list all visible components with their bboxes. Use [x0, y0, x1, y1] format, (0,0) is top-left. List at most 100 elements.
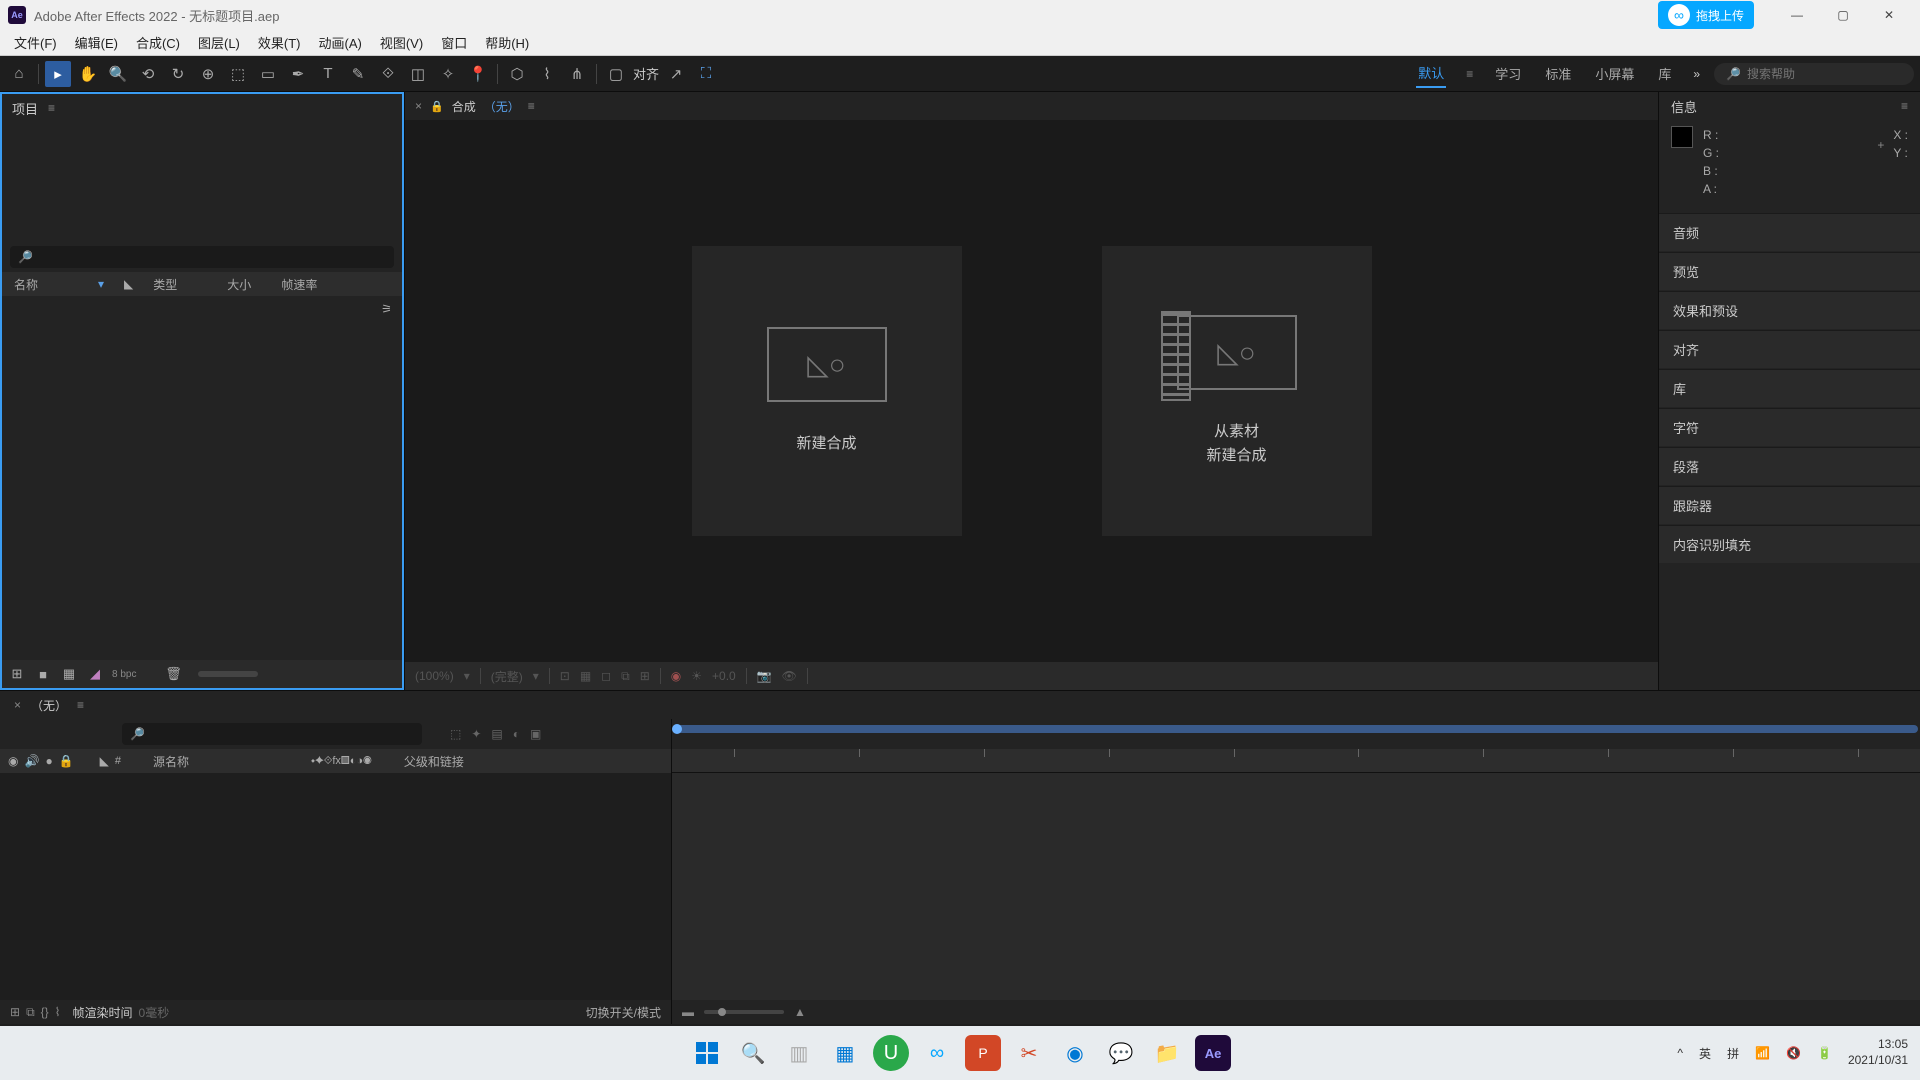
maximize-button[interactable]: ▢ [1820, 0, 1866, 30]
project-item-list[interactable]: ⚞ [2, 296, 402, 660]
brush-tool[interactable]: ✎ [345, 61, 371, 87]
panel-audio[interactable]: 音频 [1659, 213, 1920, 251]
app-snip[interactable]: ✂ [1011, 1035, 1047, 1071]
tag-icon[interactable]: ◣ [124, 277, 133, 291]
clock[interactable]: 13:052021/10/31 [1848, 1037, 1908, 1068]
pin-tool[interactable]: ⋔ [564, 61, 590, 87]
menu-effect[interactable]: 效果(T) [250, 30, 309, 55]
camera-tool[interactable]: ⊕ [195, 61, 221, 87]
timeline-search[interactable]: 🔎 [122, 723, 422, 745]
tl-frame-blend-icon[interactable]: ▤ [491, 727, 502, 741]
menu-window[interactable]: 窗口 [433, 30, 475, 55]
menu-composition[interactable]: 合成(C) [128, 30, 188, 55]
timeline-zoom-slider[interactable] [704, 1010, 784, 1014]
task-view-button[interactable]: ▥ [781, 1035, 817, 1071]
wifi-icon[interactable]: 📶 [1755, 1046, 1770, 1060]
shape-tool[interactable]: ▭ [255, 61, 281, 87]
tab-menu-icon[interactable]: ≡ [528, 99, 535, 113]
zoom-tool[interactable]: 🔍 [105, 61, 131, 87]
panel-menu-icon[interactable]: ≡ [48, 101, 55, 115]
workspace-default[interactable]: 默认 [1416, 59, 1446, 88]
col-fps[interactable]: 帧速率 [281, 276, 317, 293]
zoom-dropdown[interactable]: (100%) [415, 669, 454, 683]
workspace-small[interactable]: 小屏幕 [1593, 60, 1636, 87]
widgets-button[interactable]: ▦ [827, 1035, 863, 1071]
new-comp-icon[interactable]: ▦ [60, 665, 78, 683]
puppet-tool[interactable]: 📍 [465, 61, 491, 87]
show-snapshot-icon[interactable]: 👁 [782, 669, 797, 683]
col-size[interactable]: 大小 [227, 276, 251, 293]
project-tab[interactable]: 项目 [12, 99, 38, 118]
timeline-tracks[interactable] [672, 773, 1920, 1000]
menu-file[interactable]: 文件(F) [6, 30, 65, 55]
roto-tool[interactable]: ✧ [435, 61, 461, 87]
tl-shy-icon[interactable]: ⬚ [450, 727, 461, 741]
menu-help[interactable]: 帮助(H) [477, 30, 537, 55]
panel-tracker[interactable]: 跟踪器 [1659, 486, 1920, 524]
tray-chevron-icon[interactable]: ^ [1677, 1046, 1683, 1060]
zoom-in-icon[interactable]: ▲ [794, 1005, 806, 1019]
pen-tool[interactable]: ✒ [285, 61, 311, 87]
sort-arrow-icon[interactable]: ▾ [98, 277, 104, 291]
workspace-standard[interactable]: 标准 [1543, 60, 1573, 87]
parent-col[interactable]: 父级和链接 [404, 753, 464, 770]
tl-graph-icon[interactable]: ▣ [530, 727, 541, 741]
workspace-library[interactable]: 库 [1656, 60, 1673, 87]
channel-icon[interactable]: ◉ [671, 669, 681, 683]
orbit-tool[interactable]: ⟲ [135, 61, 161, 87]
interpret-icon[interactable]: ⊞ [8, 665, 26, 683]
app-wechat[interactable]: 💬 [1103, 1035, 1139, 1071]
trash-icon[interactable]: 🗑 [164, 665, 182, 683]
panel-library[interactable]: 库 [1659, 369, 1920, 407]
rotation-tool[interactable]: ↻ [165, 61, 191, 87]
playhead-icon[interactable] [672, 724, 682, 734]
col-type[interactable]: 类型 [153, 276, 177, 293]
minimize-button[interactable]: — [1774, 0, 1820, 30]
new-comp-card[interactable]: ◺○ 新建合成 [692, 246, 962, 536]
flowchart-icon[interactable]: ⚞ [381, 302, 392, 316]
zoom-out-icon[interactable]: ▬ [682, 1005, 694, 1019]
close-button[interactable]: ✕ [1866, 0, 1912, 30]
tab-menu-icon[interactable]: ≡ [77, 698, 84, 712]
eraser-tool[interactable]: ◫ [405, 61, 431, 87]
comp-tab-label[interactable]: 合成 [452, 98, 476, 115]
eye-col-icon[interactable]: ◉ [8, 754, 18, 768]
app-baidu[interactable]: ∞ [919, 1035, 955, 1071]
help-search-input[interactable] [1747, 67, 1902, 81]
help-search[interactable]: 🔎 [1714, 63, 1914, 85]
toggle-switches-icon[interactable]: ⊞ [10, 1005, 20, 1019]
audio-col-icon[interactable]: 🔊 [24, 754, 39, 768]
close-tab-icon[interactable]: × [14, 698, 21, 712]
layer-list[interactable] [0, 773, 671, 1000]
solo-col-icon[interactable]: ● [45, 754, 52, 768]
clone-tool[interactable]: ⟐ [375, 61, 401, 87]
grid-icon[interactable]: ⊞ [640, 669, 650, 683]
resolution-dropdown[interactable]: (完整) [491, 668, 523, 685]
snap-grid-icon[interactable]: ⛶ [693, 61, 719, 87]
info-title[interactable]: 信息 [1671, 97, 1697, 116]
snap-label[interactable]: 对齐 [633, 64, 659, 83]
render-queue-icon[interactable]: ⧉ [26, 1005, 35, 1020]
snap-rect-icon[interactable]: ▢ [603, 61, 629, 87]
work-area-bar[interactable] [674, 725, 1918, 733]
bone-icon[interactable]: ⌇ [55, 1005, 61, 1019]
panel-character[interactable]: 字符 [1659, 408, 1920, 446]
transparency-icon[interactable]: ▦ [580, 669, 591, 683]
close-tab-icon[interactable]: × [415, 99, 422, 113]
lock-col-icon[interactable]: 🔒 [59, 754, 74, 768]
selection-tool[interactable]: ▸ [45, 61, 71, 87]
toggle-mode-button[interactable]: 切换开关/模式 [586, 1004, 661, 1021]
volume-icon[interactable]: 🔇 [1786, 1046, 1801, 1060]
battery-icon[interactable]: 🔋 [1817, 1046, 1832, 1060]
folder-icon[interactable]: ■ [34, 665, 52, 683]
label-col-icon[interactable]: ◣ [100, 754, 109, 768]
thumb-size-slider[interactable] [198, 671, 258, 677]
panel-effects[interactable]: 效果和预设 [1659, 291, 1920, 329]
app-explorer[interactable]: 📁 [1149, 1035, 1185, 1071]
ime-lang2[interactable]: 拼 [1727, 1045, 1739, 1062]
panel-align[interactable]: 对齐 [1659, 330, 1920, 368]
adjust-icon[interactable]: ◢ [86, 665, 104, 683]
search-button[interactable]: 🔍 [735, 1035, 771, 1071]
workspace-overflow-icon[interactable]: » [1693, 67, 1700, 81]
pan-behind-tool[interactable]: ⬚ [225, 61, 251, 87]
